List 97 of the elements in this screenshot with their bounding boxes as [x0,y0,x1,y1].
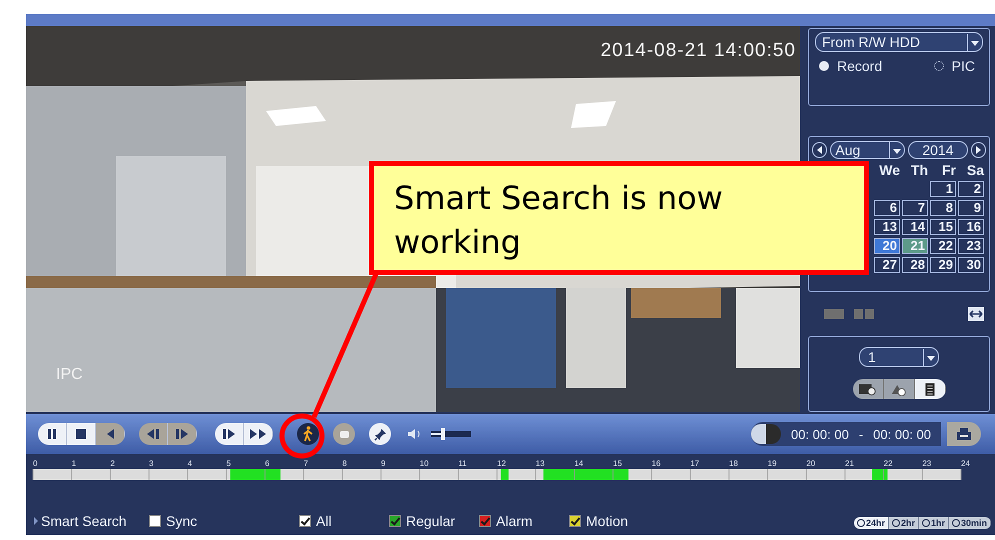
fullscreen-icon[interactable] [968,307,984,321]
calendar-day[interactable]: 28 [902,257,928,273]
hour-label: 3 [149,459,154,468]
source-dropdown[interactable]: From R/W HDD [815,32,983,52]
hour-label: 0 [33,459,38,468]
calendar-day[interactable]: 16 [958,219,984,235]
view-button[interactable] [852,379,884,399]
hour-label: 1 [72,459,76,468]
time-range-field[interactable]: 00: 00: 00 - 00: 00: 00 [751,422,941,446]
hour-label: 12 [497,459,506,468]
smart-search-button[interactable] [297,423,319,445]
hour-label: 5 [226,459,231,468]
view-button[interactable] [914,379,946,399]
callout-box: Smart Search is now working [369,161,869,275]
previous-month-button[interactable] [812,142,828,158]
calendar-day[interactable]: 14 [902,219,928,235]
calendar-day[interactable]: 30 [958,257,984,273]
hour-label: 4 [188,459,192,468]
weekday-label: Th [910,162,928,178]
slow-play-button[interactable] [215,423,244,445]
filter-checkbox[interactable]: All [299,513,389,529]
snapshot-button[interactable] [333,423,355,445]
hour-label: 24 [961,459,970,468]
zoom-button[interactable]: 1hr [918,517,949,529]
hour-label: 6 [265,459,270,468]
walking-person-icon [302,426,314,442]
save-icon [956,427,972,441]
next-month-button[interactable] [970,142,986,158]
calendar-day[interactable]: 8 [930,200,956,216]
start-time: 00: 00: 00 [791,426,849,442]
video-timestamp: 2014-08-21 14:00:50 [600,40,796,62]
hour-label: 14 [574,459,584,468]
save-button[interactable] [947,422,981,446]
smart-search-label[interactable]: Smart Search [41,513,127,529]
hour-label: 16 [652,459,661,468]
calendar-day[interactable]: 2 [958,181,984,197]
calendar-day[interactable]: 27 [874,257,900,273]
weekday-label: We [878,162,900,178]
calendar-day[interactable]: 7 [902,200,928,216]
zoom-button[interactable]: 24hr [854,517,889,529]
expand-icon[interactable] [34,517,38,525]
split-view-icon[interactable] [854,309,874,319]
image-search-icon [858,382,876,396]
weekday-label: Sa [966,162,984,178]
hour-label: 19 [768,459,777,468]
hour-label: 21 [845,459,854,468]
tag-icon [890,382,908,396]
filter-checkbox[interactable]: Motion [569,513,628,529]
radio-option[interactable]: PIC [934,58,975,74]
year-field[interactable]: 2014 [908,141,968,159]
zoom-button[interactable]: 30min [948,517,991,529]
calendar-day[interactable]: 9 [958,200,984,216]
end-time: 00: 00: 00 [873,426,931,442]
hour-label: 20 [806,459,816,468]
hour-label: 10 [420,459,429,468]
hour-label: 23 [922,459,932,468]
calendar-day[interactable]: 6 [874,200,900,216]
recording-segment [872,469,888,480]
zoom-button[interactable]: 2hr [888,517,919,529]
calendar-day[interactable]: 23 [958,238,984,254]
hour-label: 18 [729,459,738,468]
highlight-ring [280,414,324,458]
reverse-play-button[interactable] [96,423,125,445]
calendar-day[interactable]: 22 [930,238,956,254]
pin-icon [374,428,386,440]
view-button[interactable] [884,379,914,399]
calendar-day[interactable]: 15 [930,219,956,235]
weekday-label: Fr [941,162,956,178]
hour-label: 7 [304,459,308,468]
hour-label: 8 [342,459,347,468]
hour-label: 13 [536,459,545,468]
stop-button[interactable] [67,423,96,445]
channel-dropdown[interactable]: 1 [859,347,939,367]
time-separator: - [858,426,864,442]
pin-button[interactable] [369,423,391,445]
previous-frame-button[interactable] [139,423,168,445]
hour-label: 11 [458,459,467,468]
radio-option[interactable]: Record [819,58,882,74]
next-frame-button[interactable] [168,423,197,445]
hour-label: 17 [690,459,700,468]
calendar-day[interactable]: 1 [930,181,956,197]
recording-segment [230,469,280,480]
hour-label: 22 [884,459,893,468]
pause-button[interactable] [38,423,67,445]
sync-checkbox[interactable]: Sync [149,513,299,529]
filter-checkbox[interactable]: Alarm [479,513,569,529]
month-dropdown[interactable]: Aug [830,141,906,159]
filter-checkbox[interactable]: Regular [389,513,479,529]
hour-label: 15 [613,459,622,468]
calendar-day[interactable]: 20 [874,238,900,254]
hour-label: 9 [381,459,386,468]
calendar-day[interactable]: 13 [874,219,900,235]
fast-forward-button[interactable] [244,423,273,445]
calendar-day[interactable]: 29 [930,257,956,273]
channel-label: IPC [56,366,83,384]
volume-slider[interactable] [431,431,471,437]
hour-label: 2 [110,459,115,468]
